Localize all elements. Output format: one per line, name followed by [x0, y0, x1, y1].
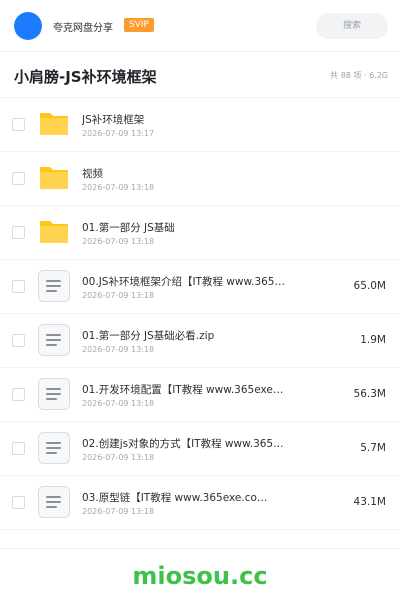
folder-icon	[37, 215, 71, 249]
file-row[interactable]: 01.第一部分 JS基础 2026-07-09 13:18	[0, 206, 400, 260]
app-header: 夸克网盘分享 SVIP 搜索	[0, 0, 400, 52]
folder-icon	[37, 107, 71, 141]
file-row[interactable]: 01.第一部分 JS基础必看.zip 2026-07-09 13:18 1.9M	[0, 314, 400, 368]
row-checkbox[interactable]	[12, 280, 25, 293]
svip-badge: SVIP	[124, 18, 154, 32]
file-row[interactable]: 01.开发环境配置【IT教程 www.365exe… 2026-07-09 13:…	[0, 368, 400, 422]
file-date: 2026-07-09 13:18	[82, 291, 155, 300]
document-icon	[37, 323, 71, 357]
file-name: JS补环境框架	[82, 114, 145, 126]
file-name: 03.原型链【IT教程 www.365exe.co…	[82, 492, 268, 504]
document-icon	[37, 377, 71, 411]
file-row[interactable]: JS补环境框架 2026-07-09 13:17	[0, 98, 400, 152]
file-date: 2026-07-09 13:18	[82, 345, 155, 354]
file-size: 1.9M	[360, 334, 386, 346]
row-checkbox[interactable]	[12, 226, 25, 239]
file-size: 65.0M	[353, 280, 386, 292]
folder-header: 小肩膀-JS补环境框架 共 88 项 · 6.2G	[0, 52, 400, 98]
file-row[interactable]: 00.JS补环境框架介绍【IT教程 www.365… 2026-07-09 13:…	[0, 260, 400, 314]
file-name: 01.开发环境配置【IT教程 www.365exe…	[82, 384, 284, 396]
folder-meta: 共 88 项 · 6.2G	[330, 71, 388, 80]
document-icon	[37, 269, 71, 303]
file-size: 43.1M	[353, 496, 386, 508]
file-list: JS补环境框架 2026-07-09 13:17 视频 2026-07-09 13:1…	[0, 98, 400, 530]
row-checkbox[interactable]	[12, 172, 25, 185]
document-icon	[37, 485, 71, 519]
file-date: 2026-07-09 13:18	[82, 237, 155, 246]
document-icon	[37, 431, 71, 465]
row-checkbox[interactable]	[12, 442, 25, 455]
file-name: 视频	[82, 168, 103, 180]
row-checkbox[interactable]	[12, 334, 25, 347]
file-name: 01.第一部分 JS基础必看.zip	[82, 330, 215, 342]
file-date: 2026-07-09 13:17	[82, 129, 155, 138]
file-date: 2026-07-09 13:18	[82, 183, 155, 192]
row-checkbox[interactable]	[12, 496, 25, 509]
search-input[interactable]: 搜索	[316, 13, 388, 39]
file-row[interactable]: 视频 2026-07-09 13:18	[0, 152, 400, 206]
file-row[interactable]: 03.原型链【IT教程 www.365exe.co… 2026-07-09 13:…	[0, 476, 400, 530]
folder-icon	[37, 161, 71, 195]
page-title: 小肩膀-JS补环境框架	[14, 68, 157, 86]
file-row[interactable]: 02.创建js对象的方式【IT教程 www.365… 2026-07-09 13:…	[0, 422, 400, 476]
avatar[interactable]	[14, 12, 42, 40]
file-name: 01.第一部分 JS基础	[82, 222, 175, 234]
row-checkbox[interactable]	[12, 388, 25, 401]
file-date: 2026-07-09 13:18	[82, 399, 155, 408]
file-name: 00.JS补环境框架介绍【IT教程 www.365…	[82, 276, 285, 288]
row-checkbox[interactable]	[12, 118, 25, 131]
brand-name: 夸克网盘分享	[53, 23, 113, 34]
file-name: 02.创建js对象的方式【IT教程 www.365…	[82, 438, 284, 450]
watermark: miosou.cc	[132, 562, 268, 590]
file-size: 5.7M	[360, 442, 386, 454]
file-date: 2026-07-09 13:18	[82, 507, 155, 516]
file-date: 2026-07-09 13:18	[82, 453, 155, 462]
file-size: 56.3M	[353, 388, 386, 400]
